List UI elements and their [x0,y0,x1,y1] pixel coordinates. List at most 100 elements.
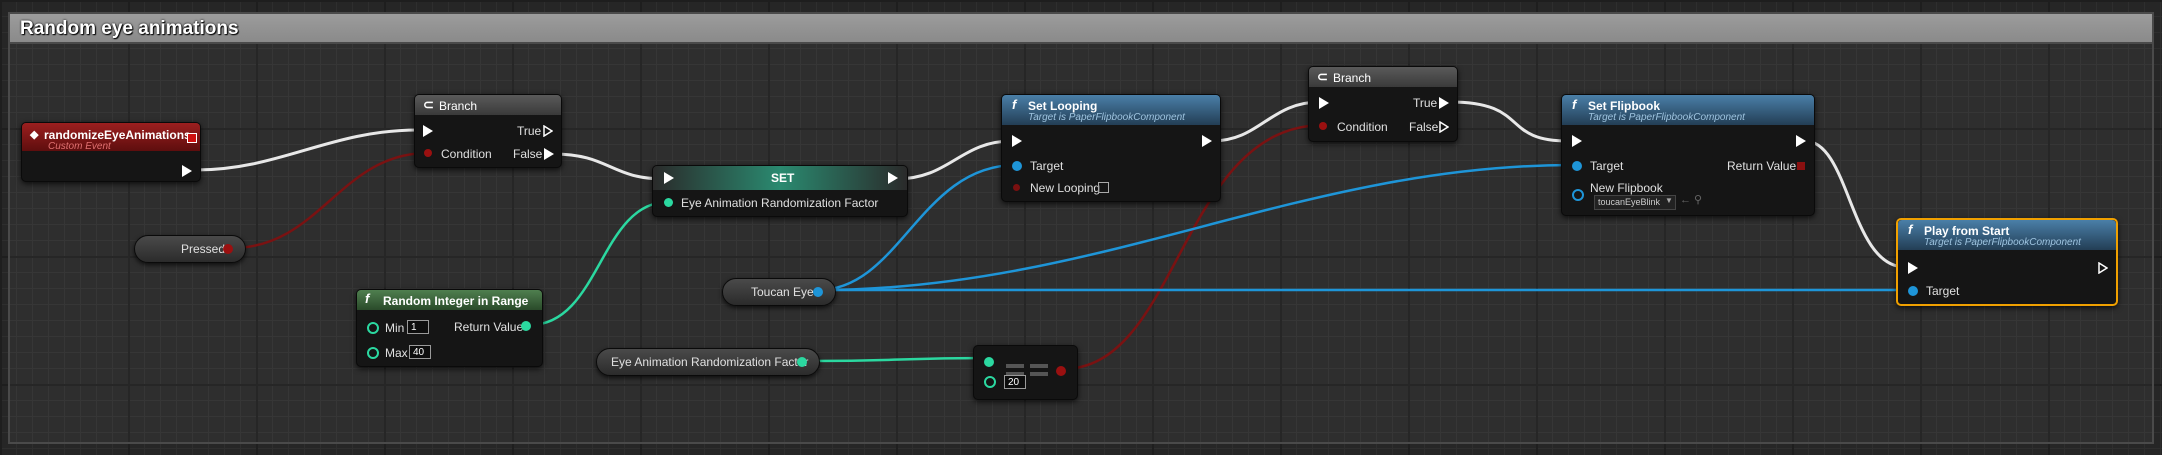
set-title: SET [771,171,795,185]
set-exec-out-pin[interactable] [888,172,898,184]
event-subtitle: Custom Event [48,141,111,152]
random-return-label: Return Value [454,320,524,334]
int-wire [811,356,989,363]
branch2-exec-in-pin[interactable] [1319,97,1329,109]
event-delegate-pin[interactable] [187,133,197,143]
factor-getter-out-pin[interactable] [797,357,807,367]
random-min-pin[interactable] [367,322,379,334]
toucan-eye-label: Toucan Eye [751,285,814,299]
int-wire [529,200,669,327]
pressed-label: Pressed [181,242,226,256]
branch-false-out-pin[interactable] [544,148,554,160]
play-exec-in-pin[interactable] [1908,262,1918,274]
bool-wire [231,151,429,250]
play-from-start-node[interactable]: f Play from Start Target is PaperFlipboo… [1896,218,2118,306]
equal-symbol-top [1006,364,1024,368]
set-value-pin[interactable] [664,198,673,207]
set-looping-title: Set Looping [1028,99,1098,113]
set-flipbook-newflipbook-pin[interactable] [1572,189,1584,201]
equal-b-input[interactable]: 20 [1004,375,1026,389]
exec-wire [1211,100,1321,143]
set-variable-node[interactable]: SET Eye Animation Randomization Factor [652,165,908,217]
branch-true-out-pin[interactable] [543,125,553,137]
set-exec-in-pin[interactable] [664,172,674,184]
set-looping-exec-out-pin[interactable] [1202,135,1212,147]
set-looping-newlooping-label: New Looping [1030,181,1101,195]
exec-wire [552,152,666,181]
set-flipbook-target-label: Target [1590,159,1624,173]
play-target-label: Target [1926,284,1960,298]
dropdown-arrow-icon: ▼ [1665,196,1673,205]
random-max-input[interactable]: 40 [409,345,431,359]
function-icon: f [1572,97,1577,112]
toucan-eye-out-pin[interactable] [813,287,823,297]
factor-getter-label: Eye Animation Randomization Factor [611,355,809,369]
custom-event-node[interactable]: ◆ randomizeEyeAnimations Custom Event [21,122,201,182]
branch-condition-pin[interactable] [424,149,432,157]
branch2-false-label: False [1409,120,1439,134]
blueprint-graph-canvas[interactable]: Random eye animations ◆ randomizeEyeAnim… [0,0,2162,455]
play-target-pin[interactable] [1908,286,1918,296]
exec-wire [1449,100,1569,143]
branch-condition-label: Condition [441,147,492,161]
set-looping-target-pin[interactable] [1012,161,1022,171]
browse-asset-icon[interactable]: ⚲ [1694,193,1702,206]
toucan-eye-getter-node[interactable]: Toucan Eye [722,278,836,306]
exec-wire [1804,139,1906,269]
pressed-bool-out-pin[interactable] [223,244,233,254]
set-looping-exec-in-pin[interactable] [1012,135,1022,147]
play-from-start-subtitle: Target is PaperFlipbookComponent [1924,237,2081,248]
exec-wire [895,139,1013,181]
set-flipbook-target-pin[interactable] [1572,161,1582,171]
flipbook-asset-value: toucanEyeBlink [1598,197,1661,207]
set-flipbook-title: Set Flipbook [1588,99,1660,113]
play-exec-out-pin[interactable] [2098,262,2108,274]
set-flipbook-return-label: Return Value [1727,159,1797,173]
set-flipbook-exec-in-pin[interactable] [1572,135,1582,147]
random-max-label: Max [385,346,408,360]
branch2-false-out-pin[interactable] [1439,121,1449,133]
set-looping-newlooping-pin[interactable] [1013,184,1020,191]
branch2-true-out-pin[interactable] [1439,97,1449,109]
random-return-pin[interactable] [521,321,531,331]
equal-a-pin[interactable] [984,357,994,367]
branch-title: Branch [439,99,478,113]
branch2-condition-pin[interactable] [1319,122,1327,130]
branch-false-label: False [513,147,543,161]
branch-exec-in-pin[interactable] [423,125,433,137]
flipbook-asset-dropdown[interactable]: toucanEyeBlink ▼ [1594,195,1676,210]
event-diamond-icon: ◆ [30,129,39,141]
event-title: randomizeEyeAnimations [44,128,191,142]
set-flipbook-node[interactable]: f Set Flipbook Target is PaperFlipbookCo… [1561,94,1815,216]
branch-node-1[interactable]: ⊂ Branch True Condition False [414,94,562,168]
set-looping-node[interactable]: f Set Looping Target is PaperFlipbookCom… [1001,94,1221,202]
set-flipbook-subtitle: Target is PaperFlipbookComponent [1588,112,1745,123]
branch-node-2[interactable]: ⊂ Branch True Condition False [1308,66,1458,142]
factor-getter-node[interactable]: Eye Animation Randomization Factor [596,348,820,376]
equal-int-node[interactable]: 20 [973,345,1078,400]
branch2-title: Branch [1333,71,1372,85]
random-integer-node[interactable]: f Random Integer in Range Min 1 Return V… [356,289,543,367]
equal-out-pin[interactable] [1056,366,1066,376]
set-flipbook-newflipbook-label: New Flipbook [1590,181,1663,195]
pressed-getter-node[interactable]: Pressed [134,235,246,263]
equal-b-pin[interactable] [984,376,996,388]
function-icon: f [1012,97,1017,112]
new-looping-checkbox[interactable] [1098,182,1109,193]
set-flipbook-return-pin[interactable] [1797,162,1805,170]
set-var-label: Eye Animation Randomization Factor [681,196,879,210]
equal-symbol-bottom2 [1030,372,1048,376]
wire-layer [195,100,1909,371]
random-max-pin[interactable] [367,347,379,359]
exec-wire [195,128,419,172]
random-integer-title: Random Integer in Range [383,294,529,308]
branch-icon: ⊂ [1317,69,1328,84]
use-asset-arrow-icon[interactable]: ← [1680,194,1691,206]
event-exec-out-pin[interactable] [182,165,192,177]
branch-true-label: True [517,124,542,138]
equal-symbol-top2 [1030,364,1048,368]
random-min-input[interactable]: 1 [407,320,429,334]
branch-icon: ⊂ [423,97,434,112]
function-icon: f [1908,222,1913,237]
set-flipbook-exec-out-pin[interactable] [1796,135,1806,147]
